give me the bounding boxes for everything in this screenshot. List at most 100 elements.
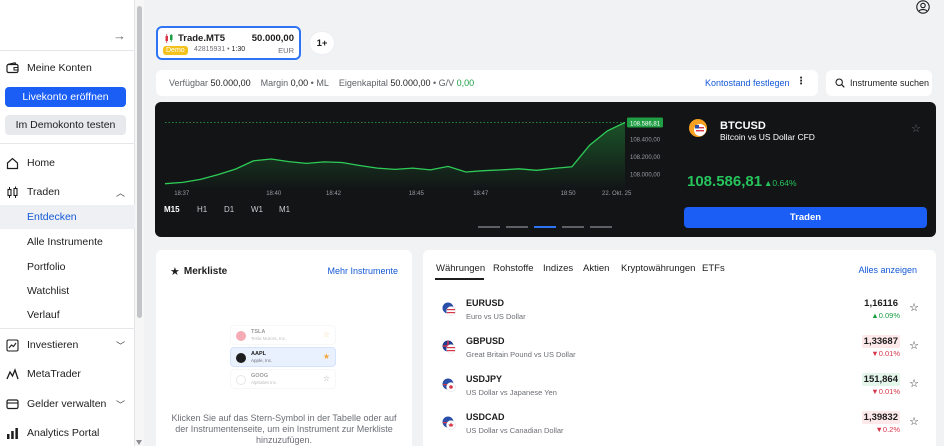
illustration-row: AAPL Apple, Inc. ★ xyxy=(230,347,336,367)
eur-usd-flag-icon xyxy=(442,302,456,316)
timeframe-m1[interactable]: M1 xyxy=(279,205,290,214)
star-icon[interactable]: ☆ xyxy=(909,377,919,390)
price-chart[interactable]: 108.586,81 108.400,00 108.200,00 108.000,00… xyxy=(155,102,675,207)
illustration-row: GOOG Alphabet Inc. ☆ xyxy=(230,369,336,389)
apple-logo-icon xyxy=(236,353,246,363)
sidebar-subitem-watchlist[interactable]: Watchlist xyxy=(0,279,135,303)
tab-aktien[interactable]: Aktien xyxy=(583,263,609,274)
x-tick-label: 22. Okt. 25 xyxy=(602,191,632,197)
star-filled-icon: ★ xyxy=(170,266,180,278)
chart-up-icon xyxy=(5,338,19,352)
home-icon xyxy=(5,156,19,170)
timeframe-d1[interactable]: D1 xyxy=(224,205,234,214)
symbol: GBPUSD xyxy=(466,336,505,346)
candlestick-icon xyxy=(5,185,19,199)
featured-name: Bitcoin vs US Dollar CFD xyxy=(720,132,815,142)
y-tick-label: 108.400,00 xyxy=(630,138,661,144)
chevron-down-icon: ﹀ xyxy=(115,399,125,410)
account-name: Trade.MT5 xyxy=(178,33,225,44)
carousel-dot[interactable] xyxy=(590,226,612,228)
sidebar-item-analytics-portal[interactable]: Analytics Portal xyxy=(0,421,135,445)
instrument-search[interactable]: Instrumente suchen xyxy=(826,70,932,96)
more-options-icon[interactable]: ⋮ xyxy=(796,76,806,87)
analytics-icon xyxy=(5,426,19,440)
tab-etfs[interactable]: ETFs xyxy=(702,263,725,274)
chevron-down-icon: ﹀ xyxy=(115,340,125,351)
set-balance-link[interactable]: Kontostand festlegen xyxy=(705,78,790,88)
carousel-dot-active[interactable] xyxy=(534,226,556,228)
timeframe-h1[interactable]: H1 xyxy=(197,205,207,214)
account-balance: 50.000,00 xyxy=(251,33,294,44)
sidebar-item-gelder-verwalten[interactable]: Gelder verwalten ﹀ xyxy=(0,392,135,416)
description: US Dollar vs Japanese Yen xyxy=(466,388,557,397)
carousel-dot[interactable] xyxy=(478,226,500,228)
tab-rohstoffe[interactable]: Rohstoffe xyxy=(493,263,534,274)
price-area xyxy=(165,122,625,190)
sidebar-subitem-alle-instrumente[interactable]: Alle Instrumente xyxy=(0,230,135,254)
sidebar-subitem-verlauf[interactable]: Verlauf xyxy=(0,303,135,327)
description: US Dollar vs Canadian Dollar xyxy=(466,426,564,435)
sidebar-item-metatrader[interactable]: MetaTrader xyxy=(0,362,135,386)
sidebar-item-home[interactable]: Home xyxy=(0,151,135,175)
account-meta: 42815931 • 1:30 xyxy=(194,46,246,53)
sidebar-item-investieren[interactable]: Investieren ﹀ xyxy=(0,333,135,357)
tab-waehrungen[interactable]: Währungen xyxy=(436,263,485,274)
google-logo-icon xyxy=(236,375,246,385)
sidebar-item-meine-konten[interactable]: Meine Konten xyxy=(0,56,135,80)
x-tick-label: 18:47 xyxy=(473,191,489,197)
y-tick-label: 108.586,81 xyxy=(630,121,661,127)
carousel-dot[interactable] xyxy=(506,226,528,228)
user-profile-icon[interactable] xyxy=(916,0,930,14)
carousel-dot[interactable] xyxy=(562,226,584,228)
tab-indizes[interactable]: Indizes xyxy=(543,263,573,274)
sidebar-item-label: Meine Konten xyxy=(27,62,92,74)
sidebar-item-traden[interactable]: Traden ︿ xyxy=(0,180,135,204)
watchlist-illustration: TSLA Tesla Motors, Inc. ☆ AAPL Apple, In… xyxy=(230,325,336,391)
x-tick-label: 18:37 xyxy=(174,191,190,197)
show-all-link[interactable]: Alles anzeigen xyxy=(858,265,917,275)
sidebar-scrollbar[interactable] xyxy=(135,0,144,446)
tab-kryptowaehrungen[interactable]: Kryptowährungen xyxy=(621,263,695,274)
x-tick-label: 18:40 xyxy=(266,191,282,197)
change: ▼0.2% xyxy=(875,425,900,434)
sidebar-subitem-entdecken[interactable]: Entdecken xyxy=(0,205,135,229)
sidebar-item-label: Investieren xyxy=(27,339,79,351)
usd-jpy-flag-icon xyxy=(442,378,456,392)
more-instruments-link[interactable]: Mehr Instrumente xyxy=(327,266,398,276)
active-tab-indicator xyxy=(435,278,484,280)
change: ▲0.09% xyxy=(871,311,900,320)
account-card[interactable]: Trade.MT5 50.000,00 Demo 42815931 • 1:30… xyxy=(156,26,301,60)
description: Euro vs US Dollar xyxy=(466,312,526,321)
y-tick-label: 108.000,00 xyxy=(630,172,661,178)
table-row[interactable]: USDCAD US Dollar vs Canadian Dollar 1,39… xyxy=(423,409,936,446)
star-icon[interactable]: ☆ xyxy=(911,122,921,135)
table-row[interactable]: USDJPY US Dollar vs Japanese Yen 151,864… xyxy=(423,371,936,409)
account-info-bar: Verfügbar 50.000,00 Margin 0,00 • ML Eig… xyxy=(156,70,818,96)
price: 1,39832 xyxy=(861,411,900,424)
change: ▼0.01% xyxy=(871,387,900,396)
star-icon[interactable]: ☆ xyxy=(909,415,919,428)
price: 1,16116 xyxy=(864,298,898,309)
table-row[interactable]: GBPUSD Great Britain Pound vs US Dollar … xyxy=(423,333,936,371)
trade-button[interactable]: Traden xyxy=(684,207,927,228)
sidebar-subitem-portfolio[interactable]: Portfolio xyxy=(0,255,135,279)
more-accounts-button[interactable]: 1+ xyxy=(310,32,334,54)
scroll-down-arrow-icon[interactable] xyxy=(136,440,142,445)
timeframe-w1[interactable]: W1 xyxy=(251,205,263,214)
divider xyxy=(0,328,135,329)
x-tick-label: 18:45 xyxy=(409,191,425,197)
y-tick-label: 108.200,00 xyxy=(630,155,661,161)
star-icon[interactable]: ☆ xyxy=(909,301,919,314)
x-tick-label: 18:42 xyxy=(326,191,342,197)
scrollbar-thumb[interactable] xyxy=(137,6,142,318)
star-icon[interactable]: ☆ xyxy=(909,339,919,352)
try-demo-button[interactable]: Im Demokonto testen xyxy=(5,115,126,135)
open-live-account-button[interactable]: Livekonto eröffnen xyxy=(5,87,126,107)
x-tick-label: 18:50 xyxy=(561,191,577,197)
timeframe-m15[interactable]: M15 xyxy=(164,205,180,214)
featured-change: ▲0.64% xyxy=(764,178,797,188)
featured-price: 108.586,81 xyxy=(687,173,763,190)
table-row[interactable]: EURUSD Euro vs US Dollar 1,16116 ▲0.09% … xyxy=(423,295,936,333)
collapse-sidebar-icon[interactable]: → xyxy=(113,28,126,43)
description: Great Britain Pound vs US Dollar xyxy=(466,350,576,359)
